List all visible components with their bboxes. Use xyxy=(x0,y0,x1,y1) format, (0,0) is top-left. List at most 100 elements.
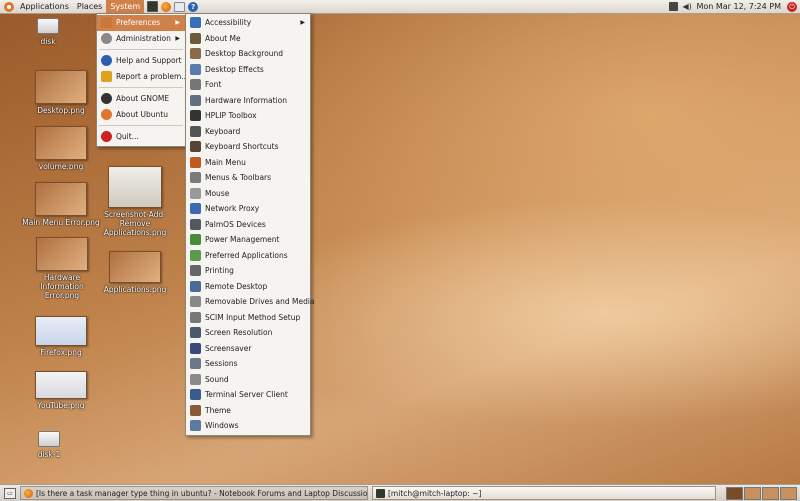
menu-system[interactable]: System xyxy=(106,0,145,13)
preferences-item-icon xyxy=(190,234,201,246)
preferences-item-icon xyxy=(190,389,201,401)
power-icon[interactable]: ⏻ xyxy=(787,1,797,12)
menu-item-label: Report a problem... xyxy=(116,71,189,81)
terminal-icon xyxy=(376,488,385,498)
workspace-3[interactable] xyxy=(762,486,779,500)
menu-item-sound[interactable]: Sound xyxy=(186,372,310,388)
desktop-icon-hardware-information-error-png[interactable]: Hardware Information Error.png xyxy=(28,237,96,300)
preferences-item-icon xyxy=(190,249,201,261)
menu-item-about-ubuntu[interactable]: About Ubuntu xyxy=(97,107,185,123)
menu-item-report-a-problem[interactable]: Report a problem... xyxy=(97,69,189,85)
menu-item-label: Accessibility xyxy=(205,18,252,28)
menu-item-windows[interactable]: Windows xyxy=(186,418,310,434)
menu-item-about-gnome[interactable]: About GNOME xyxy=(97,91,185,107)
menu-item-desktop-background[interactable]: Desktop Background xyxy=(186,46,310,62)
menu-places[interactable]: Places xyxy=(73,0,106,13)
desktop-icon-volume-png[interactable]: volume.png xyxy=(28,126,94,171)
desktop-icon-firefox-png[interactable]: Firefox.png xyxy=(28,316,94,357)
menu-item-label: Remote Desktop xyxy=(205,281,268,291)
preferences-icon xyxy=(101,17,112,29)
taskbar-item-firefox[interactable]: [Is there a task manager type thing in u… xyxy=(20,486,368,500)
menu-item-network-proxy[interactable]: Network Proxy xyxy=(186,201,310,217)
image-thumbnail xyxy=(35,126,87,160)
clock[interactable]: Mon Mar 12, 7:24 PM xyxy=(696,2,781,11)
image-thumbnail xyxy=(36,237,88,271)
preferences-item-icon xyxy=(190,172,201,184)
menu-item-keyboard[interactable]: Keyboard xyxy=(186,124,310,140)
menu-item-screensaver[interactable]: Screensaver xyxy=(186,341,310,357)
workspace-switcher xyxy=(725,486,797,500)
menu-item-sessions[interactable]: Sessions xyxy=(186,356,310,372)
menu-item-label: Sound xyxy=(205,374,229,384)
menu-item-label: About GNOME xyxy=(116,94,170,104)
mail-icon[interactable] xyxy=(174,1,186,12)
menu-item-desktop-effects[interactable]: Desktop Effects xyxy=(186,62,310,78)
menu-item-printing[interactable]: Printing xyxy=(186,263,310,279)
workspace-4[interactable] xyxy=(780,486,797,500)
taskbar-item-terminal[interactable]: [mitch@mitch-laptop: ~] xyxy=(372,486,716,500)
menu-item-removable-drives-and-media[interactable]: Removable Drives and Media xyxy=(186,294,315,310)
menu-item-label: Network Proxy xyxy=(205,204,260,214)
firefox-icon[interactable] xyxy=(161,1,172,12)
menu-item-label: Main Menu xyxy=(205,157,246,167)
menu-item-preferences[interactable]: Preferences ▶ xyxy=(97,15,185,31)
menu-item-hardware-information[interactable]: Hardware Information xyxy=(186,93,310,109)
menu-item-scim-input-method-setup[interactable]: SCIM Input Method Setup xyxy=(186,310,310,326)
menu-item-remote-desktop[interactable]: Remote Desktop xyxy=(186,279,310,295)
desktop-icon-label: disk xyxy=(40,37,56,46)
workspace-1[interactable] xyxy=(726,486,743,500)
menu-item-hplip-toolbox[interactable]: HPLIP Toolbox xyxy=(186,108,310,124)
menu-item-keyboard-shortcuts[interactable]: Keyboard Shortcuts xyxy=(186,139,310,155)
menu-applications[interactable]: Applications xyxy=(16,0,73,13)
desktop-icon-main-menu-error-png[interactable]: Main Menu Error.png xyxy=(20,182,102,227)
preferences-item-icon xyxy=(190,420,201,432)
help-icon[interactable]: ? xyxy=(188,1,199,12)
menu-item-main-menu[interactable]: Main Menu xyxy=(186,155,310,171)
network-icon[interactable] xyxy=(669,2,679,11)
menu-item-screen-resolution[interactable]: Screen Resolution xyxy=(186,325,310,341)
desktop-icon-label: Applications.png xyxy=(103,285,167,294)
image-thumbnail xyxy=(109,251,161,283)
menu-item-label: Screen Resolution xyxy=(205,328,273,338)
ubuntu-logo-icon[interactable] xyxy=(4,1,14,12)
menu-item-administration[interactable]: Administration ▶ xyxy=(97,31,185,47)
desktop-icon-youtube-png[interactable]: YouTube.png xyxy=(28,371,94,410)
menu-item-terminal-server-client[interactable]: Terminal Server Client xyxy=(186,387,310,403)
preferences-item-icon xyxy=(190,156,201,168)
menu-item-label: Keyboard Shortcuts xyxy=(205,142,279,152)
menu-item-label: Preferred Applications xyxy=(205,250,288,260)
menu-item-label: Sessions xyxy=(205,359,238,369)
preferences-item-icon xyxy=(190,203,201,215)
menu-item-menus-toolbars[interactable]: Menus & Toolbars xyxy=(186,170,310,186)
menu-item-font[interactable]: Font xyxy=(186,77,310,93)
preferences-item-icon xyxy=(190,94,201,106)
preferences-item-icon xyxy=(190,110,201,122)
menu-item-quit[interactable]: Quit... xyxy=(97,129,185,145)
taskbar-item-label: [mitch@mitch-laptop: ~] xyxy=(388,488,482,498)
submenu-arrow-icon: ▶ xyxy=(175,34,180,42)
volume-icon[interactable]: ◀) xyxy=(682,2,692,11)
image-thumbnail xyxy=(35,70,87,104)
menu-item-mouse[interactable]: Mouse xyxy=(186,186,310,202)
preferences-item-icon xyxy=(190,125,201,137)
menu-item-power-management[interactable]: Power Management xyxy=(186,232,310,248)
desktop-icon-applications-png[interactable]: Applications.png xyxy=(102,251,168,294)
menu-item-label: HPLIP Toolbox xyxy=(205,111,257,121)
preferences-item-icon xyxy=(190,17,201,29)
menu-item-palmos-devices[interactable]: PalmOS Devices xyxy=(186,217,310,233)
menu-item-preferred-applications[interactable]: Preferred Applications xyxy=(186,248,310,264)
menu-item-help-and-support[interactable]: Help and Support xyxy=(97,53,185,69)
menu-item-theme[interactable]: Theme xyxy=(186,403,310,419)
desktop-icon-desktop-png[interactable]: Desktop.png xyxy=(28,70,94,115)
desktop-icon-disk[interactable]: disk xyxy=(33,18,63,46)
desktop-icon-screenshot-add-remove-png[interactable]: Screenshot-Add-Remove Applications.png xyxy=(102,166,168,237)
desktop-icon-disk-1[interactable]: disk-1 xyxy=(33,431,65,459)
preferences-item-icon xyxy=(190,63,201,75)
menu-item-about-me[interactable]: About Me xyxy=(186,31,310,47)
panel-tray: ◀) Mon Mar 12, 7:24 PM ⏻ xyxy=(669,0,800,13)
terminal-icon[interactable] xyxy=(147,1,159,12)
workspace-2[interactable] xyxy=(744,486,761,500)
menu-item-label: Screensaver xyxy=(205,343,252,353)
menu-item-accessibility[interactable]: Accessibility ▶ xyxy=(186,15,310,31)
show-desktop-icon[interactable]: ▭ xyxy=(4,487,16,499)
